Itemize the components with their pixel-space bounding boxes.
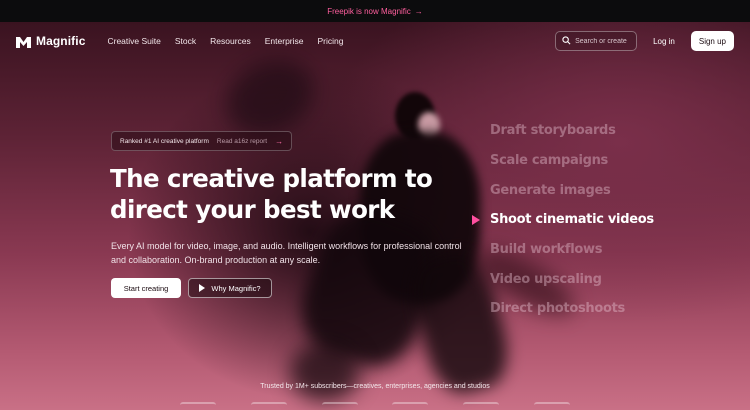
nav-links: Creative Suite Stock Resources Enterpris… <box>107 36 343 46</box>
nav-link-resources[interactable]: Resources <box>210 36 251 46</box>
partner-logo <box>250 402 287 410</box>
announcement-text[interactable]: Freepik is now Magnific <box>327 7 411 16</box>
partner-logos-strip <box>180 402 570 410</box>
magnific-logo-icon <box>16 35 31 48</box>
top-navbar: Magnific Creative Suite Stock Resources … <box>0 22 750 60</box>
partner-logo <box>533 402 570 410</box>
search-input[interactable] <box>575 37 636 45</box>
search-box[interactable] <box>555 31 638 51</box>
feature-item-generate-images[interactable]: Generate images <box>470 175 670 205</box>
headline-line-2: direct your best work <box>110 195 395 224</box>
badge-link[interactable]: Read a16z report <box>217 138 267 145</box>
badge-text: Ranked #1 AI creative platform <box>120 137 209 145</box>
ranking-badge[interactable]: Ranked #1 AI creative platform Read a16z… <box>111 131 293 151</box>
feature-carousel: Draft storyboards Scale campaigns Genera… <box>470 116 670 324</box>
hero-subtext: Every AI model for video, image, and aud… <box>111 241 462 265</box>
play-icon <box>199 284 206 292</box>
partner-logo <box>463 402 500 410</box>
arrow-right-icon: → <box>275 136 284 146</box>
nav-link-creative-suite[interactable]: Creative Suite <box>107 36 160 46</box>
brand-logo[interactable]: Magnific <box>16 34 85 48</box>
partner-logo <box>180 402 216 410</box>
search-icon <box>562 32 571 50</box>
brand-name: Magnific <box>36 34 86 48</box>
why-magnific-label: Why Magnific? <box>211 283 261 293</box>
feature-item-draft-storyboards[interactable]: Draft storyboards <box>470 116 670 146</box>
nav-link-pricing[interactable]: Pricing <box>318 36 344 46</box>
feature-item-direct-photoshoots[interactable]: Direct photoshoots <box>470 294 670 324</box>
signup-button[interactable]: Sign up <box>690 31 734 51</box>
feature-item-scale-campaigns[interactable]: Scale campaigns <box>470 146 670 176</box>
start-creating-button[interactable]: Start creating <box>111 278 181 298</box>
nav-link-stock[interactable]: Stock <box>175 36 196 46</box>
hero-headline: The creative platform to direct your bes… <box>110 163 440 225</box>
login-link[interactable]: Log in <box>653 37 675 46</box>
nav-link-enterprise[interactable]: Enterprise <box>265 36 304 46</box>
announcement-bar[interactable]: Freepik is now Magnific → <box>0 0 750 22</box>
headline-line-1: The creative platform to <box>110 164 433 193</box>
feature-item-video-upscaling[interactable]: Video upscaling <box>470 264 670 294</box>
nav-actions: Log in Sign up <box>555 31 734 51</box>
pointer-triangle-icon <box>472 214 480 225</box>
partner-logo <box>392 402 429 410</box>
feature-item-shoot-cinematic-videos[interactable]: Shoot cinematic videos <box>470 205 670 235</box>
arrow-right-icon: → <box>414 6 423 16</box>
partner-logo <box>321 402 358 410</box>
trusted-by-text: Trusted by 1M+ subscribers—creatives, en… <box>260 383 490 390</box>
feature-item-build-workflows[interactable]: Build workflows <box>470 235 670 265</box>
why-magnific-button[interactable]: Why Magnific? <box>188 278 272 298</box>
